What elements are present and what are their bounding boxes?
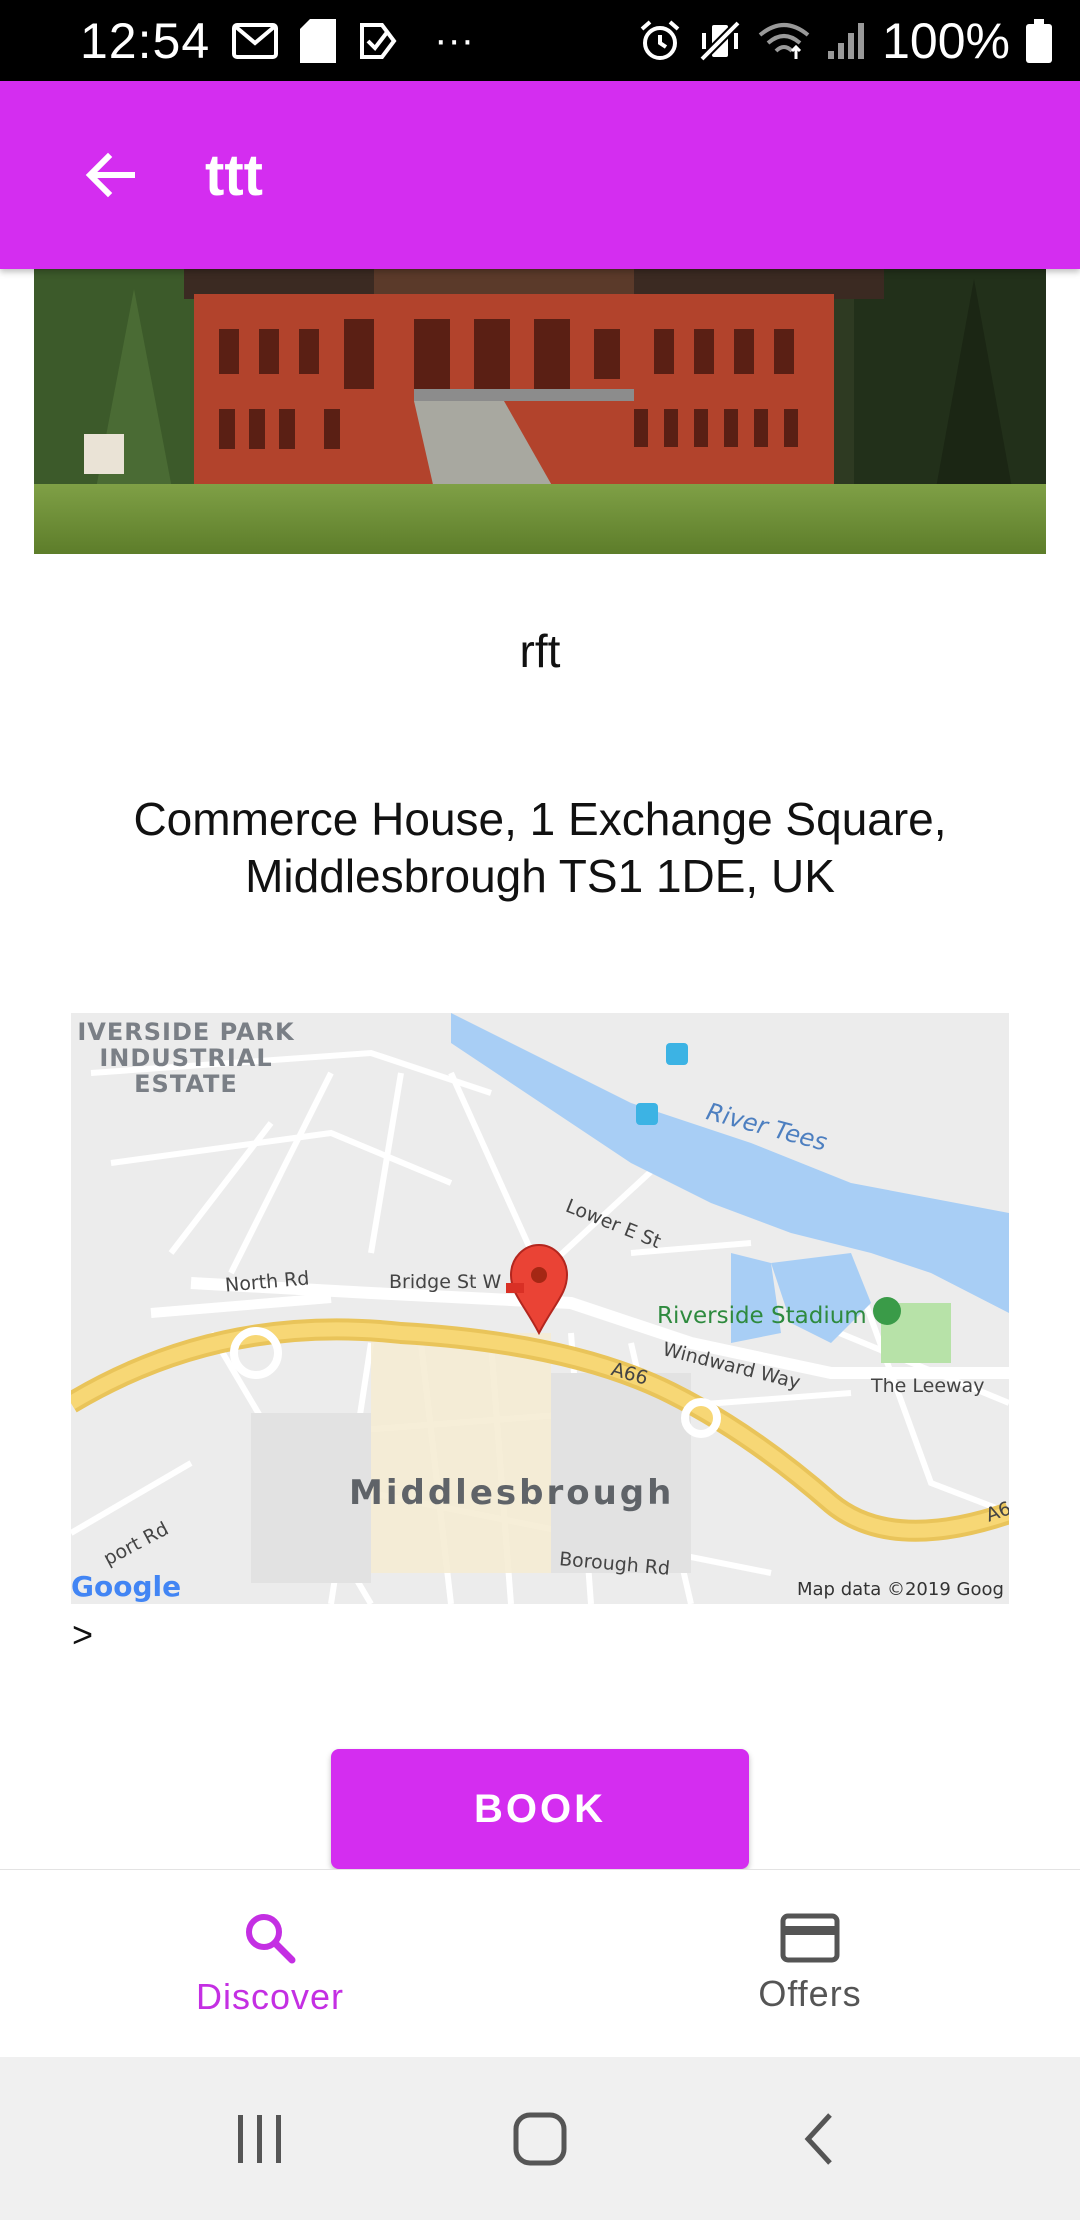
nav-label-discover: Discover — [195, 1975, 345, 2017]
vibrate-mute-icon — [698, 19, 742, 63]
map-attribution: Map data ©2019 Goog — [797, 1579, 1004, 1600]
map-label-city: Middlesbrough — [349, 1473, 675, 1513]
nav-label-offers: Offers — [758, 1972, 862, 2014]
status-bar: 12:54 ··· 100% — [0, 0, 1080, 81]
back-button[interactable] — [55, 120, 165, 230]
nav-item-discover[interactable]: Discover — [0, 1870, 540, 2057]
status-time: 12:54 — [80, 12, 211, 69]
detail-content[interactable]: rft Commerce House, 1 Exchange Square, M… — [0, 269, 1080, 1869]
arrow-left-icon — [85, 152, 135, 198]
wifi-icon — [758, 21, 810, 61]
chevron-left-icon — [804, 2112, 832, 2165]
alarm-icon — [638, 19, 682, 63]
more-notifications-icon: ··· — [434, 18, 475, 62]
nav-item-offers[interactable]: Offers — [540, 1870, 1080, 2057]
system-navigation-bar — [0, 2057, 1080, 2220]
more-link[interactable]: > — [72, 1614, 93, 1656]
map-label-bridge-st: Bridge St W — [389, 1271, 502, 1293]
battery-icon — [1026, 18, 1052, 63]
map-label-leeway: The Leeway — [871, 1375, 985, 1397]
recent-apps-icon — [238, 2114, 281, 2163]
screen: 12:54 ··· 100% ttt rft Commerce House, 1… — [0, 0, 1080, 2220]
home-button[interactable] — [480, 2079, 600, 2199]
system-back-button[interactable] — [760, 2079, 880, 2199]
location-map[interactable]: IVERSIDE PARK INDUSTRIAL ESTATE River Te… — [71, 1013, 1009, 1604]
signal-icon — [826, 21, 866, 61]
map-label-stadium: Riverside Stadium — [657, 1303, 867, 1329]
battery-percentage: 100% — [882, 12, 1010, 69]
place-name: rft — [519, 625, 561, 677]
place-photo — [34, 269, 1046, 554]
page-title: ttt — [205, 142, 263, 208]
credit-card-icon — [780, 1913, 840, 1962]
map-canvas — [71, 1013, 1009, 1604]
app-bar: ttt — [0, 81, 1080, 269]
bottom-navigation: Discover Offers — [0, 1869, 1080, 2057]
sd-card-icon — [300, 18, 337, 63]
google-logo: Google — [71, 1570, 182, 1603]
gmail-icon — [232, 22, 279, 59]
map-label-industrial-estate: IVERSIDE PARK INDUSTRIAL ESTATE — [77, 1018, 295, 1098]
task-check-icon — [358, 21, 398, 61]
home-icon — [513, 2112, 567, 2165]
recent-apps-button[interactable] — [200, 2079, 320, 2199]
place-address: Commerce House, 1 Exchange Square, Middl… — [133, 793, 947, 902]
book-button[interactable]: BOOK — [331, 1749, 749, 1869]
search-icon — [246, 1913, 296, 1963]
